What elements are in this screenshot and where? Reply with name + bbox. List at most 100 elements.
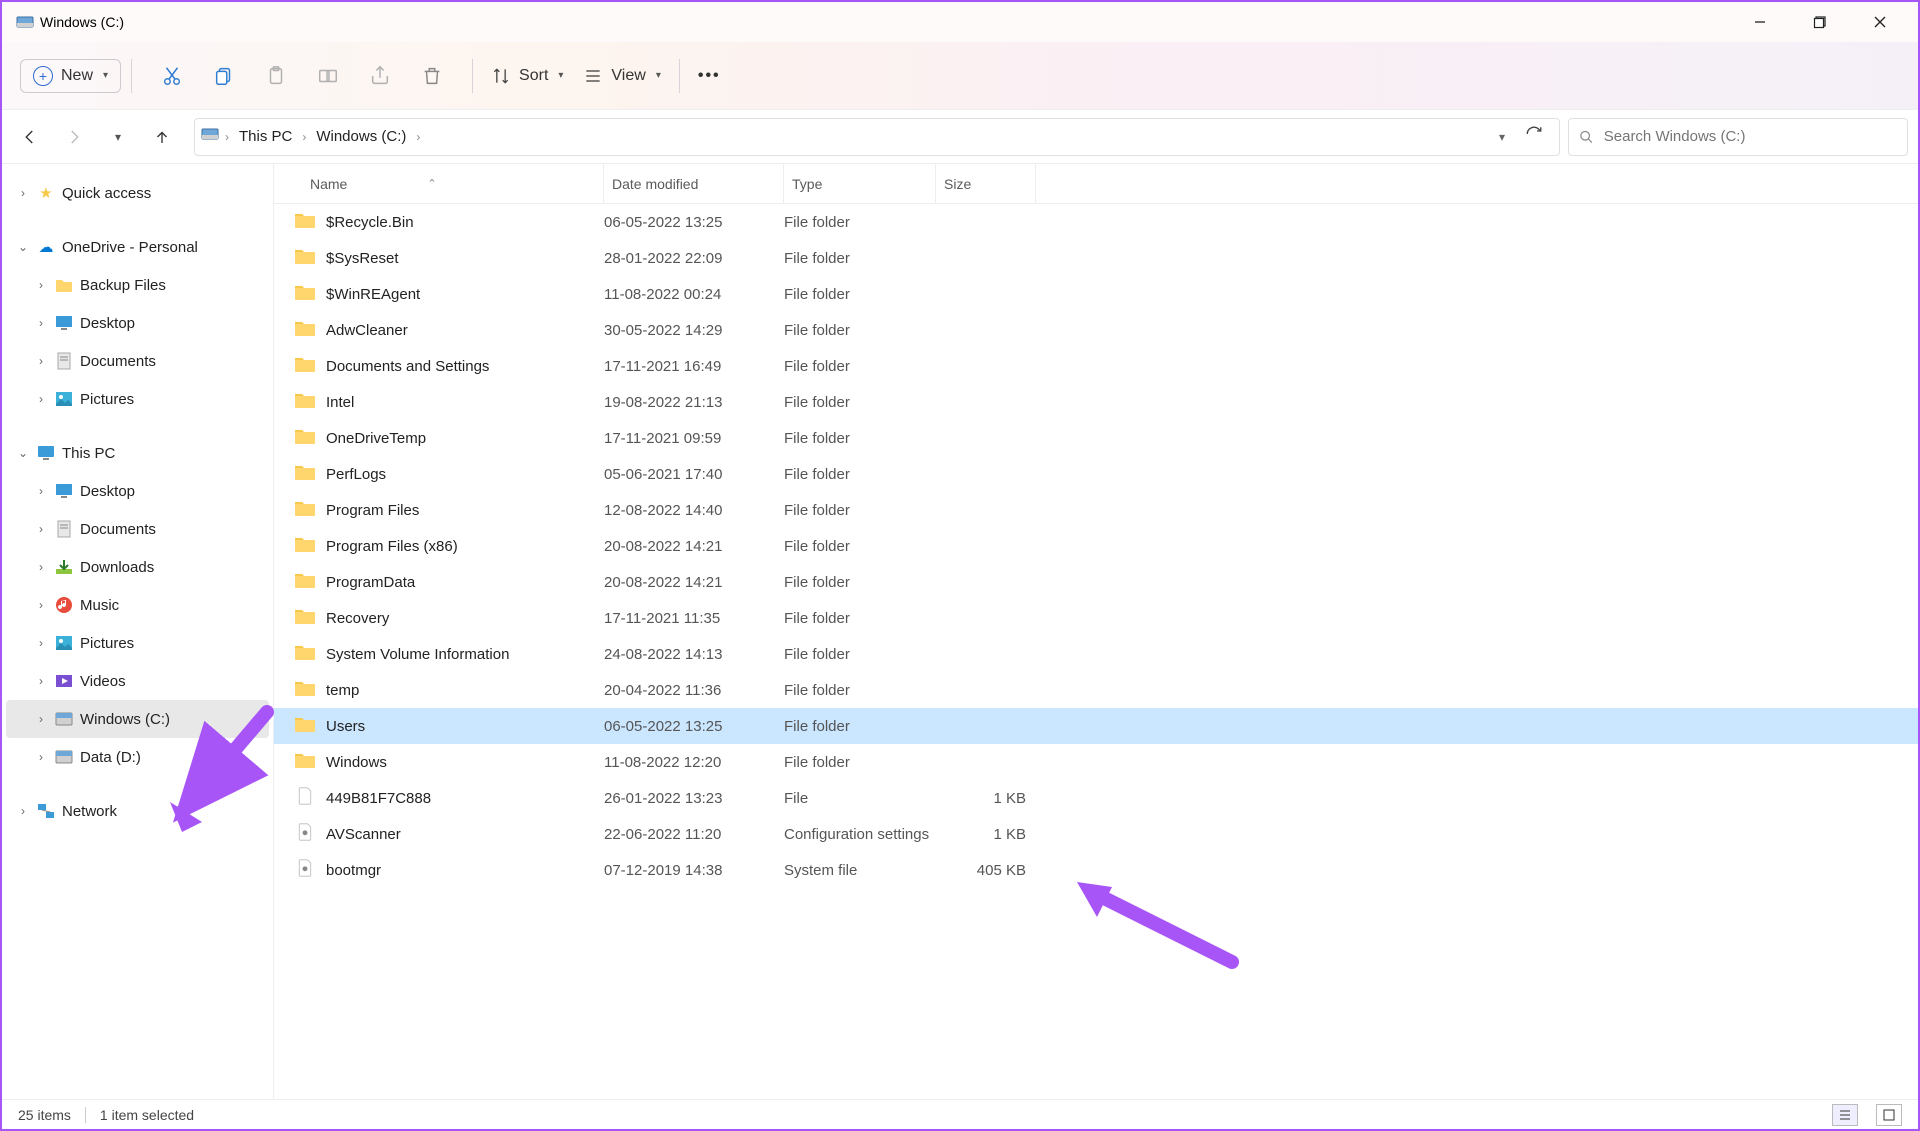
sidebar-item-label: Documents — [80, 353, 156, 370]
table-row[interactable]: PerfLogs 05-06-2021 17:40 File folder — [274, 456, 1918, 492]
sidebar-item[interactable]: › Data (D:) — [6, 738, 269, 776]
chevron-right-icon[interactable]: › — [34, 278, 48, 292]
status-selection: 1 item selected — [100, 1107, 194, 1123]
table-row[interactable]: System Volume Information 24-08-2022 14:… — [274, 636, 1918, 672]
crumb-this-pc[interactable]: This PC — [235, 126, 296, 147]
table-row[interactable]: OneDriveTemp 17-11-2021 09:59 File folde… — [274, 420, 1918, 456]
table-row[interactable]: temp 20-04-2022 11:36 File folder — [274, 672, 1918, 708]
maximize-button[interactable] — [1790, 2, 1850, 42]
cut-icon[interactable] — [156, 60, 188, 92]
sidebar-item[interactable]: › Pictures — [6, 624, 269, 662]
table-row[interactable]: Program Files (x86) 20-08-2022 14:21 Fil… — [274, 528, 1918, 564]
chevron-down-icon[interactable]: ⌄ — [16, 446, 30, 460]
chevron-right-icon[interactable]: › — [34, 522, 48, 536]
back-button[interactable] — [12, 119, 48, 155]
chevron-right-icon[interactable]: › — [16, 186, 30, 200]
chevron-right-icon[interactable]: › — [34, 560, 48, 574]
sidebar-item[interactable]: › Music — [6, 586, 269, 624]
sidebar-item[interactable]: › Pictures — [6, 380, 269, 418]
chevron-right-icon[interactable]: › — [34, 392, 48, 406]
file-icon — [294, 283, 316, 305]
chevron-down-icon: ▾ — [558, 70, 563, 81]
table-row[interactable]: $SysReset 28-01-2022 22:09 File folder — [274, 240, 1918, 276]
column-header-type[interactable]: Type — [784, 164, 936, 203]
up-button[interactable] — [144, 119, 180, 155]
sidebar-item[interactable]: › Desktop — [6, 304, 269, 342]
sidebar-item[interactable]: › Desktop — [6, 472, 269, 510]
file-icon — [294, 571, 316, 593]
paste-icon[interactable] — [260, 60, 292, 92]
chevron-right-icon[interactable]: › — [34, 598, 48, 612]
table-row[interactable]: Windows 11-08-2022 12:20 File folder — [274, 744, 1918, 780]
navigation-bar: ▾ › This PC › Windows (C:) › ▾ — [2, 110, 1918, 164]
table-row[interactable]: Recovery 17-11-2021 11:35 File folder — [274, 600, 1918, 636]
file-date: 20-08-2022 14:21 — [604, 538, 784, 555]
table-row[interactable]: AdwCleaner 30-05-2022 14:29 File folder — [274, 312, 1918, 348]
thumbnails-view-button[interactable] — [1876, 1104, 1902, 1126]
navigation-pane[interactable]: › ★ Quick access ⌄ ☁ OneDrive - Personal… — [2, 164, 274, 1099]
chevron-right-icon[interactable]: › — [34, 484, 48, 498]
sidebar-item[interactable]: › Documents — [6, 510, 269, 548]
more-button[interactable]: ••• — [690, 61, 729, 91]
sidebar-item-this-pc[interactable]: ⌄ This PC — [6, 434, 269, 472]
sidebar-item-network[interactable]: › Network — [6, 792, 269, 830]
sidebar-item[interactable]: › Downloads — [6, 548, 269, 586]
sidebar-item-quick-access[interactable]: › ★ Quick access — [6, 174, 269, 212]
chevron-down-icon[interactable]: ▾ — [1499, 130, 1505, 144]
table-row[interactable]: $WinREAgent 11-08-2022 00:24 File folder — [274, 276, 1918, 312]
file-date: 20-04-2022 11:36 — [604, 682, 784, 699]
chevron-right-icon[interactable]: › — [34, 750, 48, 764]
table-row[interactable]: Intel 19-08-2022 21:13 File folder — [274, 384, 1918, 420]
column-header-date[interactable]: Date modified — [604, 164, 784, 203]
view-button[interactable]: View ▾ — [575, 60, 668, 92]
search-box[interactable] — [1568, 118, 1908, 156]
table-row[interactable]: Documents and Settings 17-11-2021 16:49 … — [274, 348, 1918, 384]
file-list-scroll[interactable]: Name ⌃ Date modified Type Size $Recycle.… — [274, 164, 1918, 1099]
recent-dropdown[interactable]: ▾ — [100, 119, 136, 155]
new-button[interactable]: + New ▾ — [20, 59, 121, 93]
sidebar-item[interactable]: › Backup Files — [6, 266, 269, 304]
sidebar-item[interactable]: › Documents — [6, 342, 269, 380]
table-row[interactable]: AVScanner 22-06-2022 11:20 Configuration… — [274, 816, 1918, 852]
sort-button[interactable]: Sort ▾ — [483, 60, 571, 92]
forward-button[interactable] — [56, 119, 92, 155]
sort-icon — [491, 66, 511, 86]
sidebar-item-onedrive[interactable]: ⌄ ☁ OneDrive - Personal — [6, 228, 269, 266]
table-row[interactable]: Users 06-05-2022 13:25 File folder — [274, 708, 1918, 744]
sidebar-item[interactable]: › Windows (C:) — [6, 700, 269, 738]
close-button[interactable] — [1850, 2, 1910, 42]
chevron-right-icon[interactable]: › — [34, 674, 48, 688]
copy-icon[interactable] — [208, 60, 240, 92]
sidebar-item-label: Documents — [80, 521, 156, 538]
minimize-button[interactable] — [1730, 2, 1790, 42]
column-header-size[interactable]: Size — [936, 164, 1036, 203]
delete-icon[interactable] — [416, 60, 448, 92]
chevron-right-icon[interactable]: › — [34, 712, 48, 726]
table-row[interactable]: $Recycle.Bin 06-05-2022 13:25 File folde… — [274, 204, 1918, 240]
breadcrumb[interactable]: › This PC › Windows (C:) › ▾ — [194, 118, 1560, 156]
file-date: 17-11-2021 11:35 — [604, 610, 784, 627]
search-input[interactable] — [1604, 128, 1897, 145]
crumb-drive[interactable]: Windows (C:) — [312, 126, 410, 147]
rename-icon[interactable] — [312, 60, 344, 92]
file-type: File folder — [784, 322, 936, 339]
details-view-button[interactable] — [1832, 1104, 1858, 1126]
table-row[interactable]: bootmgr 07-12-2019 14:38 System file 405… — [274, 852, 1918, 888]
chevron-right-icon[interactable]: › — [34, 354, 48, 368]
table-row[interactable]: Program Files 12-08-2022 14:40 File fold… — [274, 492, 1918, 528]
file-type: File folder — [784, 682, 936, 699]
chevron-right-icon[interactable]: › — [34, 636, 48, 650]
chevron-right-icon[interactable]: › — [16, 804, 30, 818]
file-icon — [294, 643, 316, 665]
refresh-icon[interactable] — [1525, 125, 1543, 148]
file-name: Program Files — [326, 502, 419, 519]
sidebar-item[interactable]: › Videos — [6, 662, 269, 700]
chevron-down-icon[interactable]: ⌄ — [16, 240, 30, 254]
table-row[interactable]: 449B81F7C888 26-01-2022 13:23 File 1 KB — [274, 780, 1918, 816]
chevron-right-icon[interactable]: › — [34, 316, 48, 330]
separator — [85, 1107, 86, 1123]
column-header-name[interactable]: Name ⌃ — [274, 164, 604, 203]
file-icon — [294, 751, 316, 773]
share-icon[interactable] — [364, 60, 396, 92]
table-row[interactable]: ProgramData 20-08-2022 14:21 File folder — [274, 564, 1918, 600]
